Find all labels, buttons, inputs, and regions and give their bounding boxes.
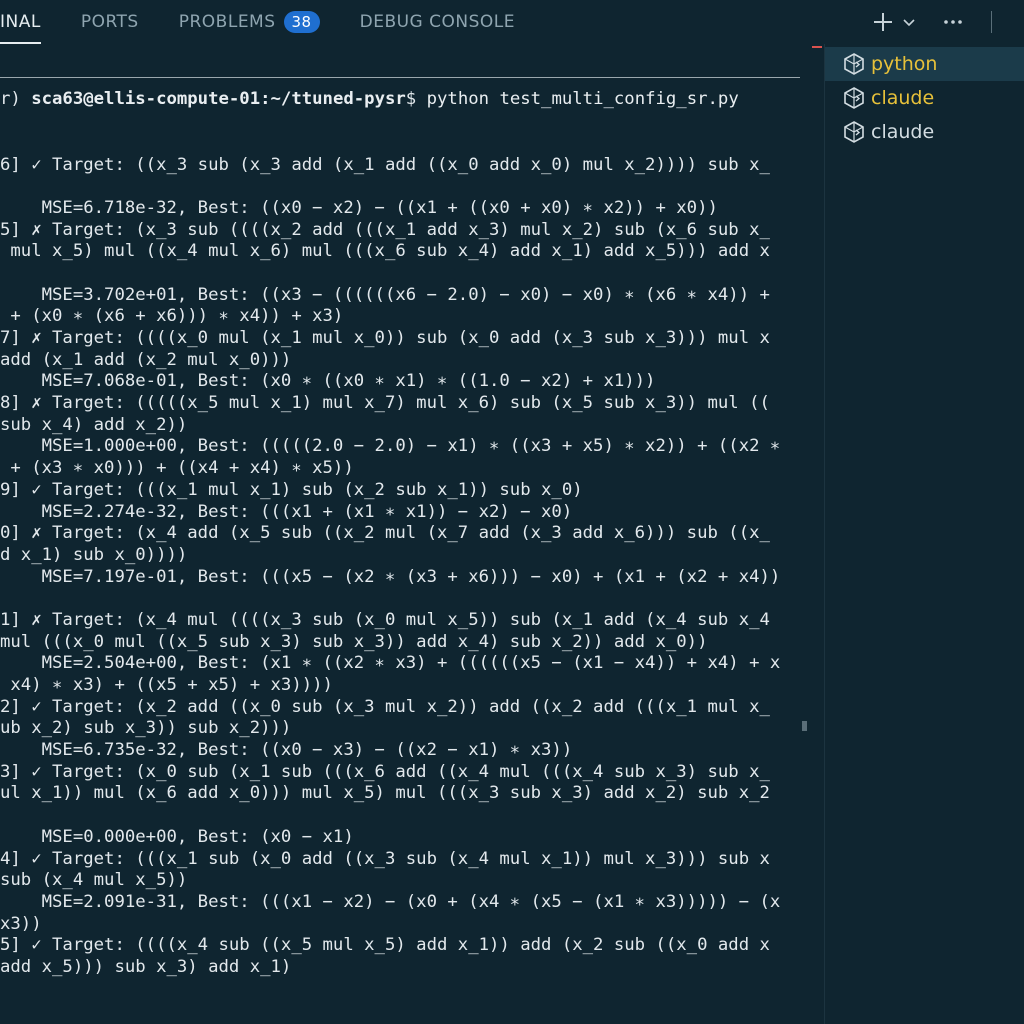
problems-count-badge: 38	[283, 11, 320, 33]
chevron-down-icon	[903, 19, 915, 27]
tab-ports-label: PORTS	[80, 12, 139, 32]
terminal-output-line: MSE=0.000e+00, Best: (x0 − x1)	[0, 826, 354, 847]
terminal-shell-icon	[841, 119, 867, 145]
terminal-output-line: mul x_5) mul ((x_4 mul x_6) mul (((x_6 s…	[0, 241, 770, 262]
terminal-output-line: 9] ✓ Target: (((x_1 mul x_1) sub (x_2 su…	[0, 479, 583, 500]
terminal-output-line: + (x3 ∗ x0))) + ((x4 + x4) ∗ x5))	[0, 458, 354, 479]
terminal-output-line	[0, 263, 800, 285]
terminal-output-line: add (x_1 add (x_2 mul x_0)))	[0, 349, 292, 370]
terminal-lines: r) sca63@ellis-compute-01:~/ttuned-pysr$…	[0, 46, 800, 980]
terminal-tabs-list: python claude claude	[824, 44, 1024, 1024]
more-icon	[944, 20, 962, 24]
terminal-output-line: x3))	[0, 913, 42, 934]
terminal-tab-label: claude	[871, 121, 935, 143]
terminal-prompt-line: r) sca63@ellis-compute-01:~/ttuned-pysr$…	[0, 89, 800, 111]
terminal-shell-icon	[841, 51, 867, 77]
terminal-output-line: 5] ✓ Target: ((((x_4 sub ((x_5 mul x_5) …	[0, 935, 770, 956]
terminal-shell-icon	[841, 85, 867, 111]
terminal-output-line: MSE=3.702e+01, Best: ((x3 − ((((((x6 − 2…	[0, 284, 770, 305]
terminal-tab-label: python	[871, 53, 938, 75]
terminal-output-line: 4] ✓ Target: (((x_1 sub (x_0 add ((x_3 s…	[0, 848, 770, 869]
more-actions-button[interactable]	[941, 10, 965, 34]
panel-tab-bar: INAL PORTS PROBLEMS 38 DEBUG CONSOLE	[0, 0, 1024, 44]
prompt-prefix: r)	[0, 89, 32, 110]
terminal-output-line: MSE=2.091e-31, Best: (((x1 − x2) − (x0 +…	[0, 891, 781, 912]
terminal-tab-claude-2[interactable]: claude	[825, 115, 1024, 149]
prompt-command: python test_multi_config_sr.py	[426, 89, 739, 110]
tab-debug-console-label: DEBUG CONSOLE	[359, 12, 515, 32]
prompt-user-host: sca63@ellis-compute-01	[31, 89, 261, 110]
terminal-output-line	[0, 805, 800, 827]
terminal-output-line: 2] ✓ Target: (x_2 add ((x_0 sub (x_3 mul…	[0, 696, 770, 717]
terminal-output-line: sub (x_4 mul x_5))	[0, 870, 188, 891]
plus-icon	[874, 13, 892, 31]
terminal-output-line: 5] ✗ Target: (x_3 sub ((((x_2 add (((x_1…	[0, 219, 770, 240]
terminal-output-line: ub x_2) sub x_3)) sub x_2)))	[0, 718, 292, 739]
terminal-output-line: d x_1) sub x_0))))	[0, 544, 188, 565]
new-terminal-button[interactable]	[871, 10, 895, 34]
terminal-output-line: add x_5))) sub x_3) add x_1)	[0, 956, 292, 977]
scrollbar-marker	[802, 721, 807, 731]
tab-terminal[interactable]: INAL	[0, 0, 41, 44]
terminal-output-line: 6] ✓ Target: ((x_3 sub (x_3 add (x_1 add…	[0, 154, 770, 175]
panel-actions	[871, 0, 1024, 44]
terminal-output-line: MSE=1.133e-31, Best: (x2 − (x0 + (x3 + (…	[0, 979, 800, 980]
terminal-output-line: MSE=7.197e-01, Best: (((x5 − (x2 ∗ (x3 +…	[0, 566, 781, 587]
terminal-output-line: 7] ✗ Target: ((((x_0 mul (x_1 mul x_0)) …	[0, 328, 770, 348]
tab-terminal-label: INAL	[0, 12, 41, 32]
tab-ports[interactable]: PORTS	[81, 0, 139, 44]
terminal-scrollbar[interactable]	[800, 46, 808, 980]
terminal-output-line: sub x_4) add x_2))	[0, 414, 188, 435]
toolbar-divider	[991, 11, 992, 33]
tab-problems[interactable]: PROBLEMS 38	[179, 0, 320, 44]
terminal-output-line: 1] ✗ Target: (x_4 mul ((((x_3 sub (x_0 m…	[0, 609, 770, 630]
terminal-output[interactable]: r) sca63@ellis-compute-01:~/ttuned-pysr$…	[0, 46, 800, 980]
terminal-tab-claude-1[interactable]: claude	[825, 81, 1024, 115]
terminal-output-line: 0] ✗ Target: (x_4 add (x_5 sub ((x_2 mul…	[0, 523, 770, 544]
terminal-output-line: + (x0 ∗ (x6 + x6))) ∗ x4)) + x3)	[0, 306, 344, 327]
terminal-output-line	[0, 588, 800, 610]
scrollbar-error-marker	[812, 46, 822, 48]
terminal-tab-python[interactable]: python	[825, 47, 1024, 81]
terminal-output-line: MSE=1.000e+00, Best: (((((2.0 − 2.0) − x…	[0, 436, 781, 457]
terminal-output-line: ul x_1)) mul (x_6 add x_0))) mul x_5) mu…	[0, 783, 770, 804]
terminal-output-line: 3] ✓ Target: (x_0 sub (x_1 sub (((x_6 ad…	[0, 761, 770, 782]
terminal-output-line: MSE=2.274e-32, Best: (((x1 + (x1 ∗ x1)) …	[0, 501, 573, 522]
terminal-output-line: MSE=2.504e+00, Best: (x1 ∗ ((x2 ∗ x3) + …	[0, 653, 781, 674]
tab-problems-label: PROBLEMS	[178, 12, 276, 32]
prompt-symbol: $	[405, 89, 427, 110]
prompt-path: :~/ttuned-pysr	[260, 89, 406, 110]
terminal-output-line: 8] ✗ Target: (((((x_5 mul x_1) mul x_7) …	[0, 393, 770, 414]
prompt-separator	[0, 77, 800, 78]
vscode-panel: INAL PORTS PROBLEMS 38 DEBUG CONSOLE r) …	[0, 0, 1024, 1024]
terminal-output-line: x4) ∗ x3) + ((x5 + x5) + x3))))	[0, 675, 333, 695]
terminal-output-line: mul (((x_0 mul ((x_5 sub x_3) sub x_3)) …	[0, 631, 708, 652]
terminal-output-line: MSE=6.718e-32, Best: ((x0 − x2) − ((x1 +…	[0, 197, 718, 218]
terminal-output-line	[0, 176, 800, 198]
terminal-output-line: MSE=7.068e-01, Best: (x0 ∗ ((x0 ∗ x1) ∗ …	[0, 371, 656, 392]
terminal-output-line: MSE=6.735e-32, Best: ((x0 − x3) − ((x2 −…	[0, 740, 573, 761]
terminal-profile-dropdown[interactable]	[899, 10, 919, 34]
terminal-tab-label: claude	[871, 87, 935, 109]
tab-debug-console[interactable]: DEBUG CONSOLE	[360, 0, 515, 44]
